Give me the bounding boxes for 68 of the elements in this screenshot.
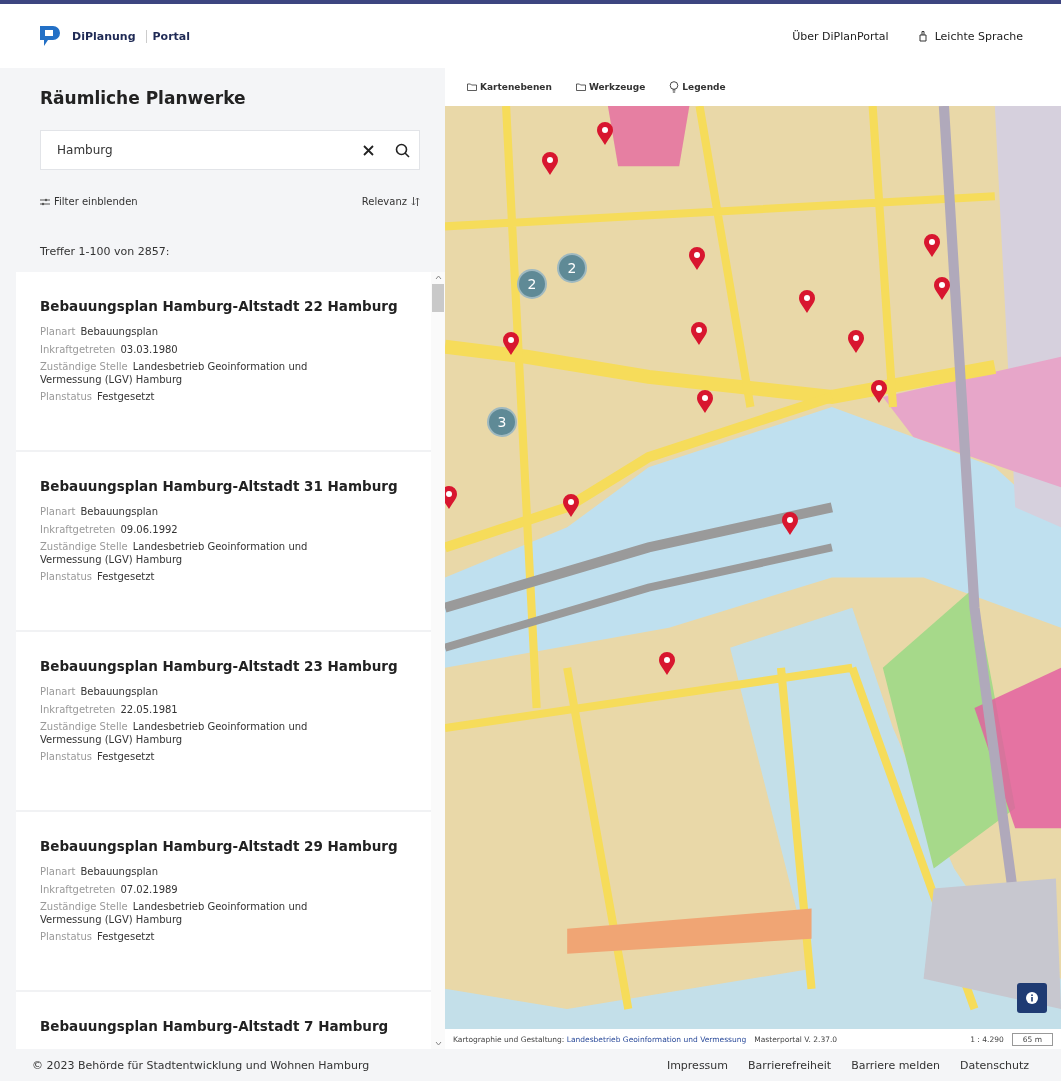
map-pin-icon[interactable] [923,234,941,258]
map-pin-icon[interactable] [781,512,799,536]
results-count: Treffer 1-100 von 2857: [40,245,171,258]
result-field: Planstatus Festgesetzt [40,751,370,764]
scrollbar-thumb[interactable] [432,284,444,312]
sort-icon [411,197,420,206]
map-pin-icon[interactable] [933,277,951,301]
result-field: Zuständige Stelle Landesbetrieb Geoinformation und Vermessung (LGV) Hamburg [40,721,370,746]
result-field: Zuständige Stelle Landesbetrieb Geoinformation und Vermessung (LGV) Hamburg [40,541,370,566]
map-pin-icon[interactable] [541,152,559,176]
result-field: Zuständige Stelle Landesbetrieb Geoinformation und Vermessung (LGV) Hamburg [40,361,370,386]
result-field: Planart Bebauungsplan [40,866,370,879]
result-field: Planart Bebauungsplan [40,506,370,519]
result-title[interactable]: Bebauungsplan Hamburg-Altstadt 7 Hamburg [40,1018,411,1034]
result-field: Inkraftgetreten 07.02.1989 [40,883,370,896]
search-icon [394,142,410,158]
copyright-text: © 2023 Behörde für Stadtentwicklung und Wohnen Hamburg [32,1058,370,1072]
scrollbar[interactable] [431,272,445,1049]
map-pin-icon[interactable] [690,322,708,346]
map-tool-button[interactable]: Kartenebenen [457,76,562,98]
close-icon [362,144,374,156]
footer-link[interactable]: Barrierefreiheit [748,1058,832,1072]
result-field: Planstatus Festgesetzt [40,391,370,404]
search-input[interactable]: Hamburg [55,142,351,158]
map-pin-icon[interactable] [847,330,865,354]
result-field: Planstatus Festgesetzt [40,931,370,944]
result-title[interactable]: Bebauungsplan Hamburg-Altstadt 29 Hamburg [40,838,411,854]
result-field: Inkraftgetreten 22.05.1981 [40,703,370,716]
result-field: Zuständige Stelle Landesbetrieb Geoinformation und Vermessung (LGV) Hamburg [40,901,370,926]
info-icon [1026,992,1038,1004]
result-field: Inkraftgetreten 09.06.1992 [40,523,370,536]
footer-link[interactable]: Barriere melden [851,1058,940,1072]
chevron-down-icon [434,1041,442,1046]
sort-button[interactable]: Relevanz [361,196,420,207]
result-title[interactable]: Bebauungsplan Hamburg-Altstadt 23 Hamburg [40,658,411,674]
filter-toggle[interactable]: Filter einblenden [40,196,138,207]
map-pin-icon[interactable] [696,390,714,414]
map-tool-button[interactable]: Werkzeuge [565,76,656,98]
result-title[interactable]: Bebauungsplan Hamburg-Altstadt 22 Hamburg [40,298,411,314]
logo-subtext[interactable]: Portal [145,29,191,43]
map-pin-icon[interactable] [562,494,580,518]
info-button[interactable] [1017,983,1047,1013]
logo-text[interactable]: DiPlanung [72,29,136,43]
map-tool-button[interactable]: Legende [659,75,736,99]
result-field: Planart Bebauungsplan [40,686,370,699]
sliders-icon [40,197,50,206]
header-link[interactable]: Leichte Sprache [916,29,1023,43]
map-pin-icon[interactable] [658,652,676,676]
chevron-up-icon [434,275,442,280]
result-field: Inkraftgetreten 03.03.1980 [40,343,370,356]
header-link[interactable]: Über DiPlanPortal [792,29,889,43]
map-pin-icon[interactable] [596,122,614,146]
map-pin-icon[interactable] [798,290,816,314]
footer-link[interactable]: Impressum [666,1058,729,1072]
map-pin-icon[interactable] [502,332,520,356]
search-field[interactable]: Hamburg [40,130,420,170]
result-title[interactable]: Bebauungsplan Hamburg-Altstadt 31 Hamburg [40,478,411,494]
result-field: Planart Bebauungsplan [40,326,370,339]
map-pin-icon[interactable] [870,380,888,404]
map-pin-icon[interactable] [688,247,706,271]
lightbulb-icon [669,81,680,93]
footer-link[interactable]: Datenschutz [959,1058,1029,1072]
result-field: Planstatus Festgesetzt [40,571,370,584]
folder-icon [467,83,477,91]
folder-icon [575,83,586,91]
sidebar-title: Räumliche Planwerke [40,88,247,108]
logo-icon[interactable] [38,24,62,48]
map-pin-icon[interactable] [445,486,458,510]
